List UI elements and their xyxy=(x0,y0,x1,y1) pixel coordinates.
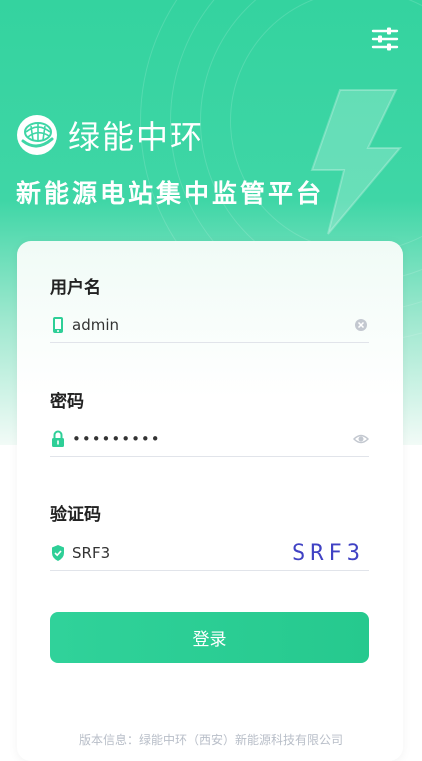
settings-sliders-icon[interactable] xyxy=(370,26,400,52)
brand: 绿能中环 xyxy=(16,112,204,158)
shield-check-icon xyxy=(52,545,64,561)
password-field xyxy=(50,422,369,457)
username-label: 用户名 xyxy=(50,278,101,298)
login-button[interactable]: 登录 xyxy=(50,612,369,663)
clear-input-icon[interactable] xyxy=(353,318,369,332)
platform-title: 新能源电站集中监管平台 xyxy=(16,179,325,208)
eye-icon[interactable] xyxy=(353,432,369,446)
captcha-field: SRF3 xyxy=(50,536,369,571)
password-input[interactable] xyxy=(72,427,353,451)
lock-icon xyxy=(52,430,64,447)
username-input[interactable] xyxy=(72,313,353,337)
captcha-input[interactable] xyxy=(72,541,293,565)
lightning-bolt-icon xyxy=(310,89,403,235)
captcha-image[interactable]: SRF3 xyxy=(292,541,365,566)
login-card: 用户名 密码 验证码 SRF3 登录 xyxy=(17,241,403,761)
version-info: 版本信息：绿能中环（西安）新能源科技有限公司 xyxy=(78,733,343,747)
phone-icon xyxy=(53,317,63,333)
captcha-label: 验证码 xyxy=(50,505,101,525)
brand-name: 绿能中环 xyxy=(68,118,205,156)
username-field xyxy=(50,308,369,343)
brand-logo-icon xyxy=(17,115,57,155)
password-label: 密码 xyxy=(50,392,84,412)
